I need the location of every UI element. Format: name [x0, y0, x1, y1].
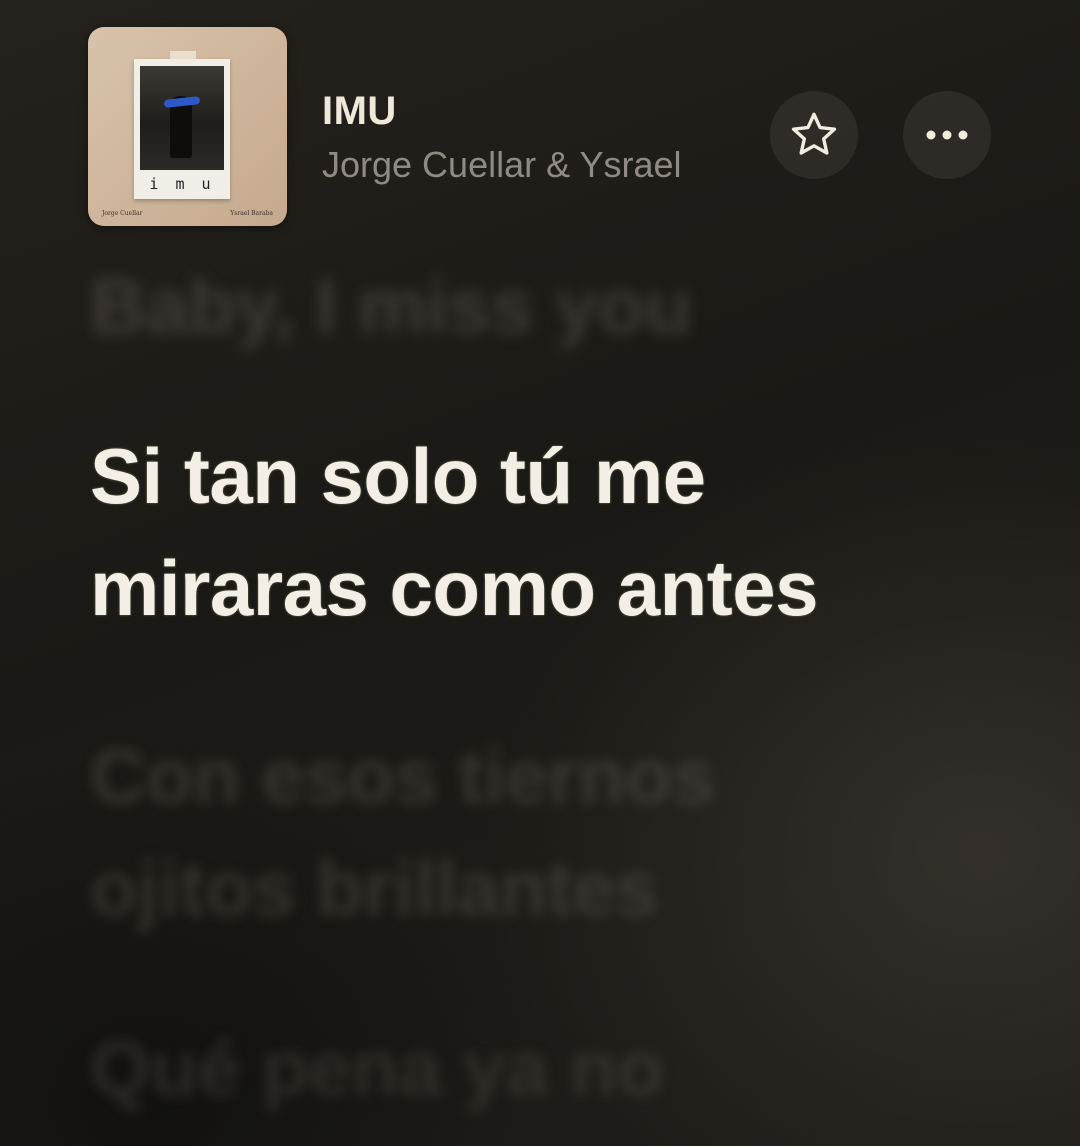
- artwork-tape: [170, 51, 196, 63]
- lyric-previous[interactable]: Baby, I miss you: [90, 250, 990, 362]
- lyric-next-line-1: Con esos tiernos: [90, 732, 715, 820]
- track-artist[interactable]: Jorge Cuellar & Ysrael: [322, 144, 742, 186]
- lyric-upcoming[interactable]: Qué pena ya no: [90, 1012, 990, 1124]
- lyric-next[interactable]: Con esos tiernos ojitos brillantes: [90, 720, 990, 944]
- more-options-button[interactable]: [903, 91, 991, 179]
- artwork-polaroid: i m u: [134, 51, 230, 199]
- artwork-caption: i m u: [149, 175, 215, 193]
- track-title: IMU: [322, 89, 397, 133]
- artwork-photo: [140, 66, 224, 170]
- favorite-button[interactable]: [770, 91, 858, 179]
- lyric-current[interactable]: Si tan solo tú me miraras como antes: [90, 420, 990, 644]
- artwork-credit-right: Ysrael Baraba: [230, 210, 273, 217]
- ellipsis-icon: [926, 130, 968, 140]
- lyric-current-line-1: Si tan solo tú me: [90, 432, 706, 520]
- album-artwork[interactable]: i m u Jorge Cuellar Ysrael Baraba: [88, 27, 287, 226]
- lyric-next-line-2: ojitos brillantes: [90, 844, 658, 932]
- lyric-current-line-2: miraras como antes: [90, 544, 819, 632]
- star-icon: [791, 112, 837, 155]
- lyric-upcoming-line-1: Qué pena ya no: [90, 1024, 664, 1112]
- lyric-previous-line: Baby, I miss you: [90, 262, 692, 350]
- artwork-credit-left: Jorge Cuellar: [102, 210, 143, 217]
